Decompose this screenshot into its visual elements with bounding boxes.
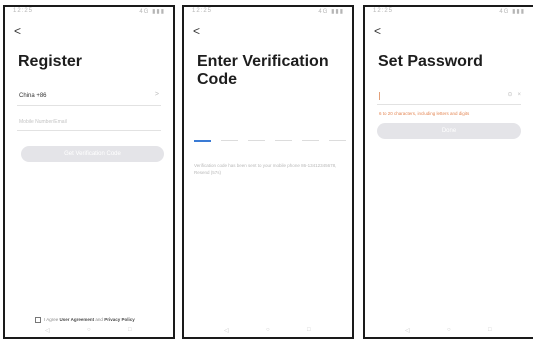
status-time: 12:25 <box>373 8 394 14</box>
clear-icon[interactable]: × <box>517 92 521 98</box>
password-field-icons: ⊙ × <box>507 91 521 98</box>
nav-back-icon[interactable]: ◁ <box>405 327 410 334</box>
agreement-and: and <box>95 317 103 323</box>
code-slot[interactable] <box>221 140 238 141</box>
nav-bar: ◁ ○ □ <box>184 327 352 335</box>
privacy-policy-link[interactable]: Privacy Policy <box>104 317 135 322</box>
status-signal-icons: 4G ▮▮▮ <box>139 9 165 15</box>
back-icon[interactable]: < <box>374 25 381 37</box>
agree-checkbox[interactable] <box>35 317 41 323</box>
nav-recents-icon[interactable]: □ <box>488 327 492 333</box>
get-verification-code-button[interactable]: Get Verification Code <box>21 146 164 162</box>
password-rule-text: 6 to 20 characters, including letters an… <box>379 111 470 116</box>
code-slot[interactable] <box>194 140 211 142</box>
page-title: Set Password <box>378 53 483 70</box>
status-signal-icons: 4G ▮▮▮ <box>318 9 344 15</box>
page-title: Register <box>18 53 83 70</box>
nav-bar: ◁ ○ □ <box>5 327 173 335</box>
verification-code-input[interactable] <box>194 140 346 142</box>
user-agreement-link[interactable]: User Agreement <box>60 317 95 322</box>
nav-back-icon[interactable]: ◁ <box>224 327 229 334</box>
verification-hint: Verification code has been sent to your … <box>194 163 337 175</box>
status-bar: 12:25 4G ▮▮▮ <box>5 7 173 19</box>
page-title: Enter Verification Code <box>197 53 329 88</box>
register-screen: 12:25 4G ▮▮▮ < Register China +86 > Mobi… <box>3 5 175 339</box>
country-code-selector[interactable]: China +86 <box>19 93 47 99</box>
verification-screen: 12:25 4G ▮▮▮ < Enter Verification Code V… <box>182 5 354 339</box>
code-slot[interactable] <box>302 140 319 141</box>
nav-bar: ◁ ○ □ <box>365 327 533 335</box>
nav-back-icon[interactable]: ◁ <box>45 327 50 334</box>
chevron-right-icon[interactable]: > <box>155 91 159 98</box>
status-bar: 12:25 4G ▮▮▮ <box>184 7 352 19</box>
code-slot[interactable] <box>329 140 346 141</box>
back-icon[interactable]: < <box>193 25 200 37</box>
nav-home-icon[interactable]: ○ <box>266 327 270 333</box>
divider <box>377 104 521 105</box>
nav-recents-icon[interactable]: □ <box>307 327 311 333</box>
agreement-prefix: I Agree <box>44 317 59 323</box>
code-slot[interactable] <box>275 140 292 141</box>
done-button[interactable]: Done <box>377 123 521 139</box>
status-time: 12:25 <box>192 8 213 14</box>
eye-icon[interactable]: ⊙ <box>507 92 512 98</box>
set-password-screen: 12:25 4G ▮▮▮ < Set Password ⊙ × 6 to 20 … <box>363 5 533 339</box>
nav-home-icon[interactable]: ○ <box>447 327 451 333</box>
divider <box>17 130 161 131</box>
phone-email-input[interactable]: Mobile Number/Email <box>19 119 67 125</box>
status-time: 12:25 <box>13 8 34 14</box>
nav-recents-icon[interactable]: □ <box>128 327 132 333</box>
status-bar: 12:25 4G ▮▮▮ <box>365 7 533 19</box>
nav-home-icon[interactable]: ○ <box>87 327 91 333</box>
password-input[interactable] <box>379 92 380 100</box>
code-slot[interactable] <box>248 140 265 141</box>
back-icon[interactable]: < <box>14 25 21 37</box>
divider <box>17 105 161 106</box>
status-signal-icons: 4G ▮▮▮ <box>499 9 525 15</box>
agreement-row: I Agree User Agreement and Privacy Polic… <box>35 317 135 323</box>
